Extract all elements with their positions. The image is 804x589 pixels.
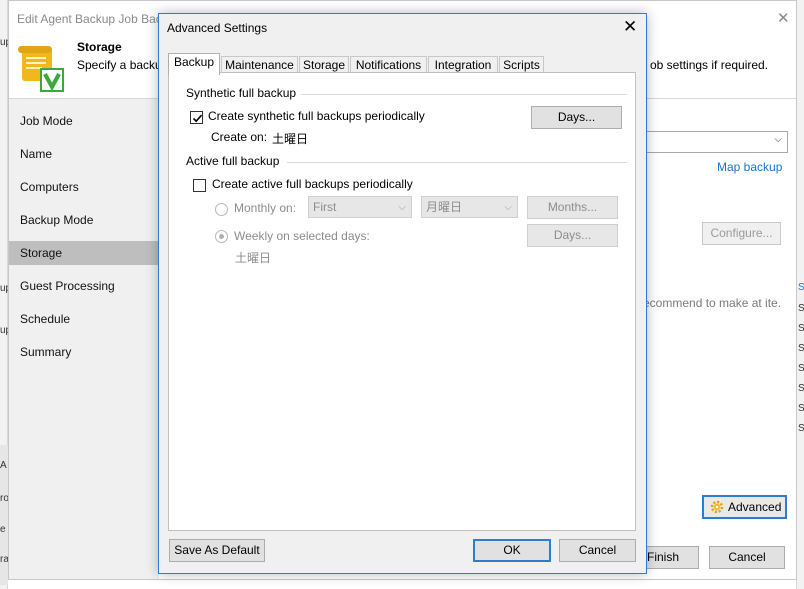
group-divider: [287, 162, 627, 163]
edge-fragment: S: [798, 403, 804, 414]
ok-button[interactable]: OK: [473, 539, 551, 562]
create-on-value: 土曜日: [272, 132, 309, 146]
gear-icon: [709, 499, 725, 521]
synthetic-full-checkbox[interactable]: [190, 111, 203, 124]
nav-item-name[interactable]: Name: [9, 142, 159, 166]
advanced-button[interactable]: Advanced: [702, 495, 787, 519]
active-full-backup-heading: Active full backup: [186, 154, 280, 168]
synthetic-days-button[interactable]: Days...: [531, 106, 622, 129]
weekly-radio[interactable]: [215, 230, 228, 243]
edge-fragment: S: [798, 343, 804, 354]
group-divider: [301, 94, 627, 95]
edge-fragment: S: [798, 282, 804, 293]
cancel-button[interactable]: Cancel: [559, 539, 636, 562]
wizard-close-icon[interactable]: ✕: [777, 9, 790, 27]
edge-fragment: e: [0, 524, 6, 535]
save-as-default-button[interactable]: Save As Default: [169, 539, 265, 562]
nav-item-storage[interactable]: Storage: [9, 241, 159, 265]
configure-button[interactable]: Configure...: [702, 222, 781, 245]
nav-item-computers[interactable]: Computers: [9, 175, 159, 199]
edge-fragment: A: [0, 460, 7, 471]
monthly-radio[interactable]: [215, 203, 228, 216]
advanced-settings-dialog: Advanced Settings ✕ Backup Maintenance S…: [158, 13, 647, 574]
advanced-button-label: Advanced: [728, 500, 782, 514]
edge-fragment: S: [798, 423, 804, 434]
wizard-step-description: Specify a backu: [77, 58, 162, 72]
backup-tab-panel: Synthetic full backup Create synthetic f…: [168, 72, 636, 531]
chevron-down-icon: ⌵: [504, 202, 512, 213]
nav-item-guest-processing[interactable]: Guest Processing: [9, 274, 159, 298]
weekly-days-button[interactable]: Days...: [527, 224, 618, 247]
left-edge-strip: A ro e ra: [0, 445, 9, 585]
chevron-down-icon: ⌵: [774, 134, 782, 145]
edge-fragment: S: [798, 303, 804, 314]
edge-fragment: S: [798, 363, 804, 374]
edge-fragment: S: [798, 383, 804, 394]
wizard-step-description-tail: ob settings if required.: [650, 58, 769, 72]
nav-item-summary[interactable]: Summary: [9, 340, 159, 364]
months-button[interactable]: Months...: [527, 196, 618, 219]
monthly-week-select[interactable]: First ⌵: [308, 196, 412, 218]
close-icon[interactable]: ✕: [623, 17, 637, 37]
nav-item-backup-mode[interactable]: Backup Mode: [9, 208, 159, 232]
recommendation-text: ecommend to make at ite.: [643, 296, 782, 310]
weekly-label: Weekly on selected days:: [234, 229, 370, 243]
right-edge-window: S S S S S S S S: [796, 0, 804, 589]
monthly-day-select[interactable]: 月曜日 ⌵: [421, 196, 518, 218]
dialog-title: Advanced Settings: [167, 21, 268, 35]
tab-backup[interactable]: Backup: [168, 53, 220, 75]
active-full-checkbox-label: Create active full backups periodically: [212, 177, 413, 191]
synthetic-full-backup-heading: Synthetic full backup: [186, 86, 297, 100]
wizard-cancel-button[interactable]: Cancel: [709, 546, 785, 569]
chevron-down-icon: ⌵: [398, 202, 406, 213]
monthly-week-value: First: [313, 200, 337, 214]
synthetic-full-checkbox-label: Create synthetic full backups periodical…: [208, 109, 425, 123]
storage-scroll-icon: [14, 43, 66, 95]
nav-item-job-mode[interactable]: Job Mode: [9, 109, 159, 133]
wizard-steps-nav: Job Mode Name Computers Backup Mode Stor…: [9, 99, 159, 579]
nav-item-schedule[interactable]: Schedule: [9, 307, 159, 331]
checkmark-icon: [192, 114, 203, 123]
create-on-label: Create on:: [211, 130, 268, 144]
monthly-day-value: 月曜日: [426, 200, 463, 214]
wizard-title: Edit Agent Backup Job Back: [17, 12, 168, 26]
wizard-step-heading: Storage: [77, 40, 122, 54]
backup-repository-dropdown[interactable]: ⌵: [645, 131, 788, 153]
active-full-checkbox[interactable]: [193, 179, 206, 192]
map-backup-link[interactable]: Map backup: [717, 160, 782, 174]
monthly-label: Monthly on:: [234, 201, 297, 215]
edge-fragment: S: [798, 323, 804, 334]
weekly-days-value: 土曜日: [235, 251, 272, 265]
